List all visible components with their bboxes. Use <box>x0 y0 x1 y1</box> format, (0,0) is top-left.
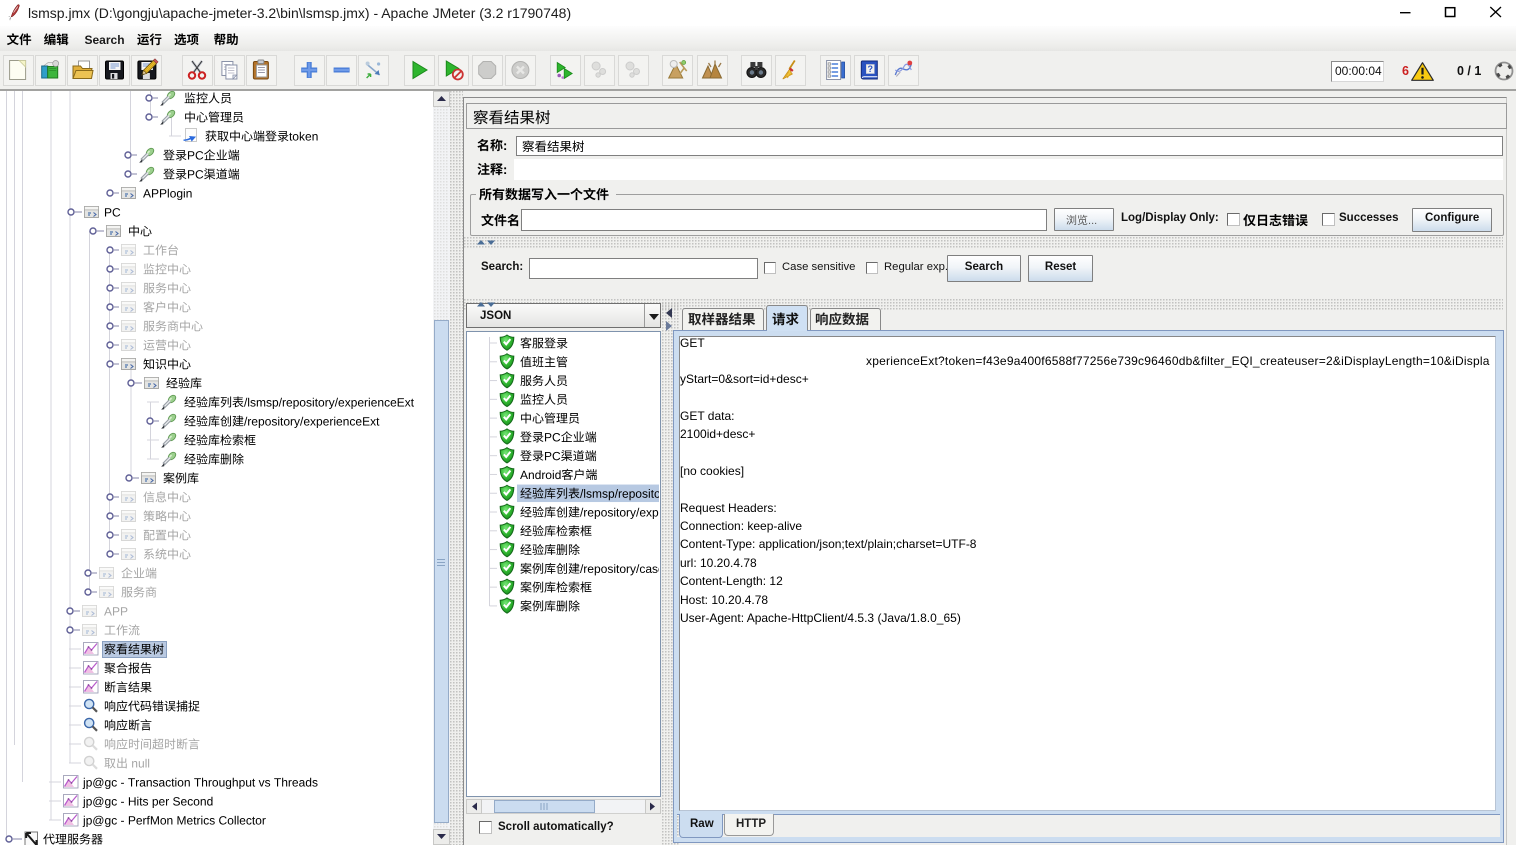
svg-text:?: ? <box>868 64 874 74</box>
